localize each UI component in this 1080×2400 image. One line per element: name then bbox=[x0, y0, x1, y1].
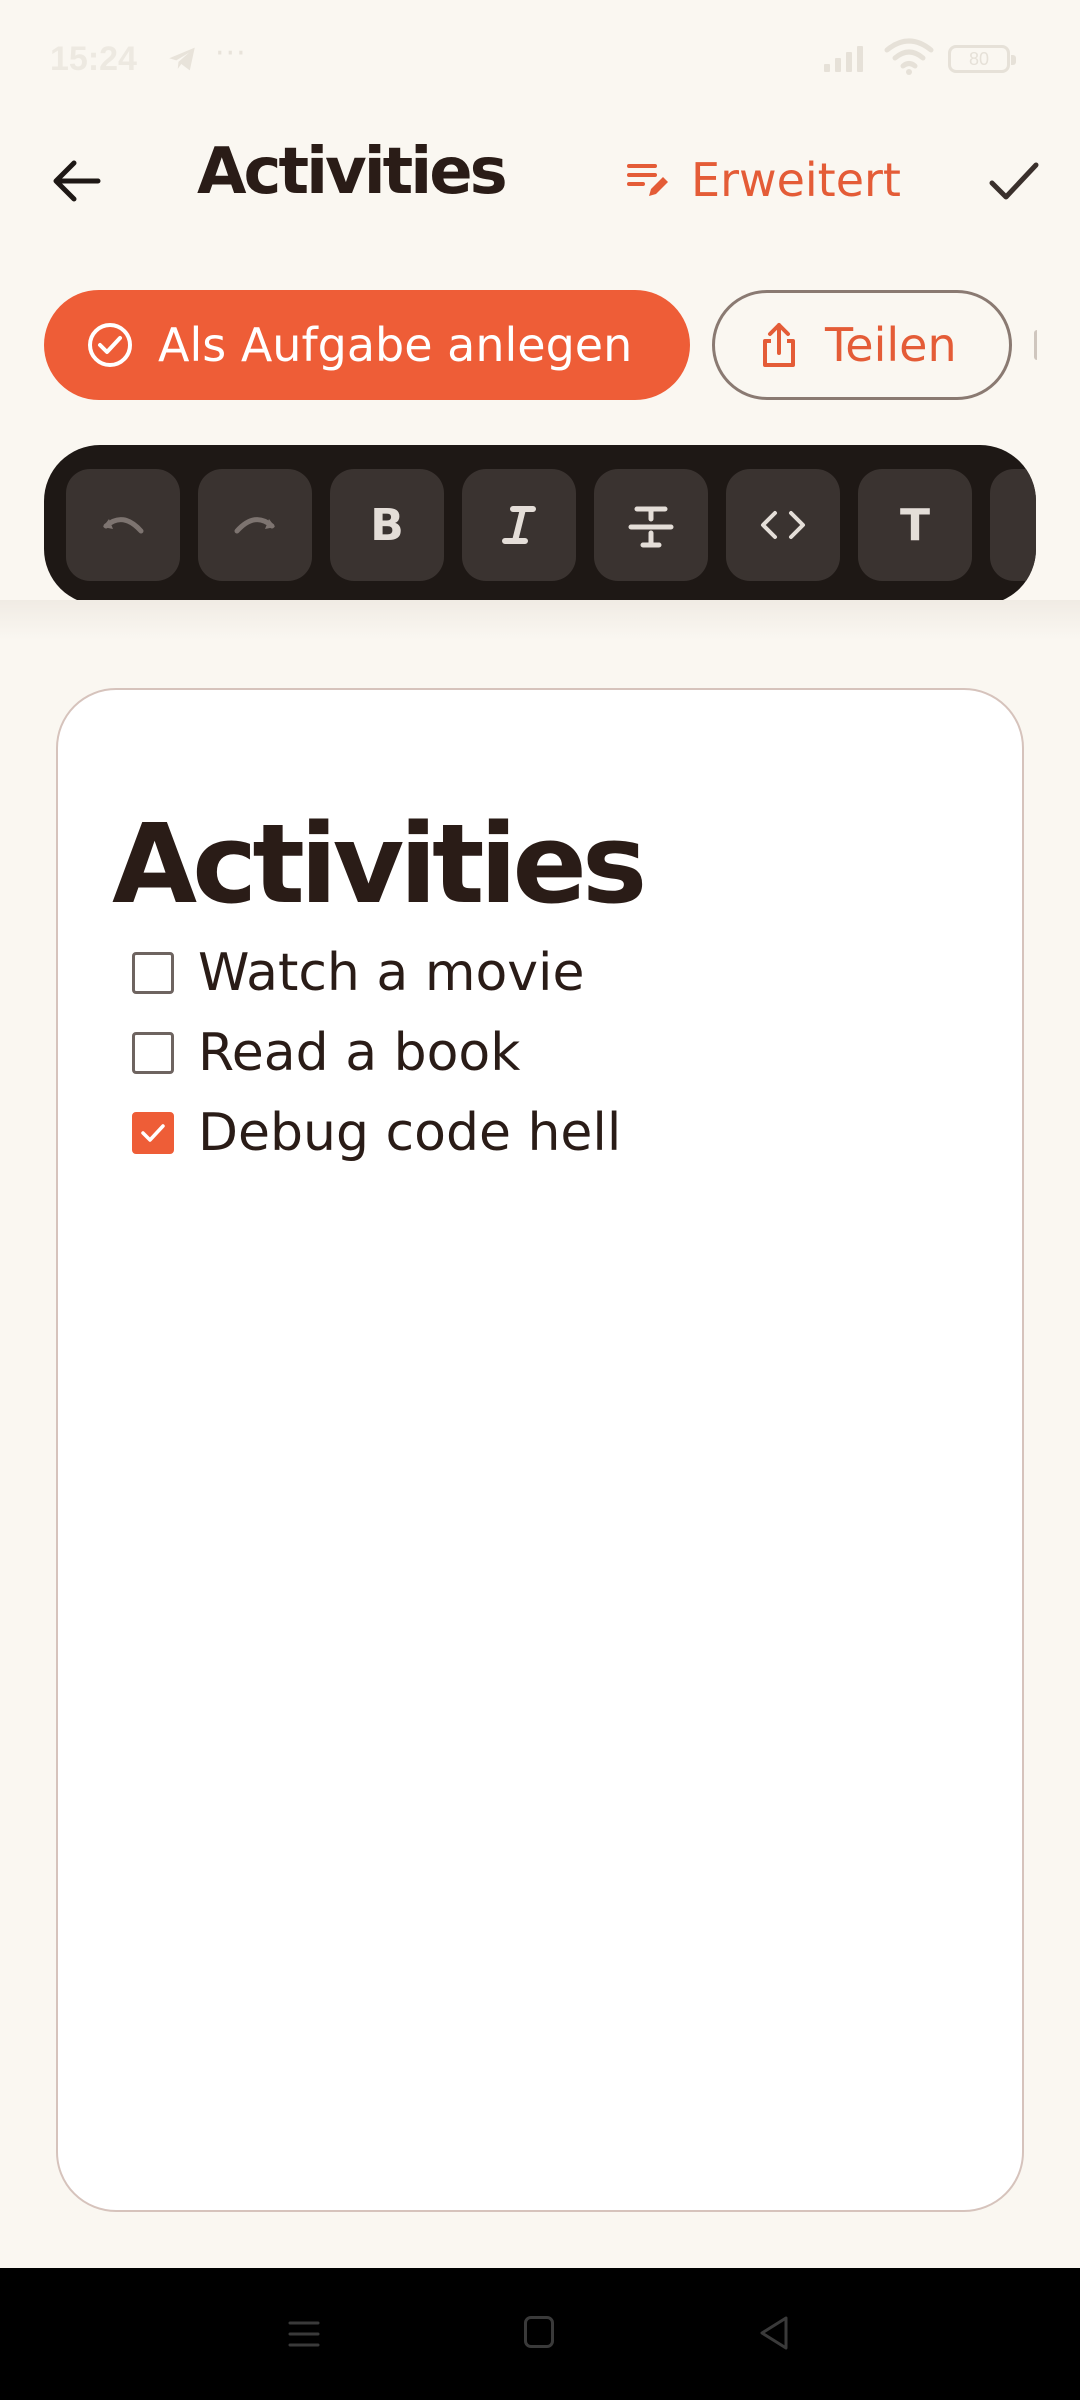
italic-button[interactable] bbox=[462, 469, 576, 581]
chip-overflow[interactable] bbox=[1034, 330, 1040, 360]
italic-icon bbox=[502, 506, 536, 544]
menu-icon[interactable] bbox=[286, 2318, 322, 2350]
share-button[interactable]: Teilen bbox=[712, 290, 1012, 400]
strikethrough-icon bbox=[628, 506, 674, 548]
signal-icon bbox=[824, 46, 863, 72]
battery-icon: 80 bbox=[948, 45, 1016, 73]
code-button[interactable] bbox=[726, 469, 840, 581]
share-label: Teilen bbox=[825, 318, 957, 372]
text-style-button[interactable]: T bbox=[858, 469, 972, 581]
checkbox[interactable] bbox=[132, 1032, 174, 1074]
edit-lines-icon bbox=[627, 164, 668, 196]
undo-button[interactable] bbox=[66, 469, 180, 581]
telegram-icon bbox=[169, 47, 195, 71]
action-chips: Als Aufgabe anlegen Teilen bbox=[0, 290, 1080, 402]
document-title[interactable]: Activities bbox=[112, 800, 647, 928]
done-button[interactable] bbox=[978, 145, 1050, 217]
back-button[interactable] bbox=[40, 145, 112, 217]
redo-icon bbox=[234, 517, 275, 534]
undo-icon bbox=[103, 517, 144, 534]
create-task-button[interactable]: Als Aufgabe anlegen bbox=[44, 290, 690, 400]
system-navigation-bar bbox=[0, 2268, 1080, 2400]
text-style-icon: T bbox=[899, 499, 930, 551]
check-icon bbox=[989, 162, 1039, 200]
share-icon bbox=[763, 323, 795, 367]
check-circle-icon bbox=[88, 323, 132, 367]
checklist-item[interactable]: Read a book bbox=[132, 1018, 520, 1088]
toolbar-divider bbox=[0, 600, 1080, 640]
editor-card[interactable]: Activities Watch a movie Read a book Deb… bbox=[56, 688, 1024, 2212]
note-editor-screen: 15:24 ··· 80 Activities Erweitert Als Au… bbox=[0, 0, 1080, 2400]
page-title: Activities bbox=[197, 135, 508, 209]
advanced-button[interactable]: Erweitert bbox=[625, 140, 901, 220]
code-icon bbox=[761, 511, 805, 539]
strikethrough-button[interactable] bbox=[594, 469, 708, 581]
checklist-item[interactable]: Debug code hell bbox=[132, 1098, 621, 1168]
checkbox-checked[interactable] bbox=[132, 1112, 174, 1154]
advanced-label: Erweitert bbox=[691, 153, 901, 207]
check-icon bbox=[141, 1124, 165, 1142]
checklist-item-label[interactable]: Debug code hell bbox=[198, 1103, 621, 1163]
status-bar: 15:24 ··· 80 bbox=[0, 0, 1080, 120]
checklist-item-label[interactable]: Read a book bbox=[198, 1023, 520, 1083]
status-time: 15:24 bbox=[50, 40, 137, 78]
back-triangle-icon[interactable] bbox=[758, 2314, 790, 2352]
wifi-icon bbox=[884, 38, 934, 75]
arrow-left-icon bbox=[53, 160, 101, 202]
checkbox[interactable] bbox=[132, 952, 174, 994]
bold-icon: B bbox=[370, 499, 404, 551]
create-task-label: Als Aufgabe anlegen bbox=[158, 318, 633, 372]
bold-button[interactable]: B bbox=[330, 469, 444, 581]
checklist-item-label[interactable]: Watch a movie bbox=[198, 943, 585, 1003]
redo-button[interactable] bbox=[198, 469, 312, 581]
status-more-icon: ··· bbox=[215, 36, 247, 71]
more-format-button[interactable] bbox=[990, 469, 1036, 581]
home-button[interactable] bbox=[524, 2316, 554, 2348]
checklist-item[interactable]: Watch a movie bbox=[132, 938, 585, 1008]
format-toolbar: B T bbox=[44, 445, 1036, 605]
